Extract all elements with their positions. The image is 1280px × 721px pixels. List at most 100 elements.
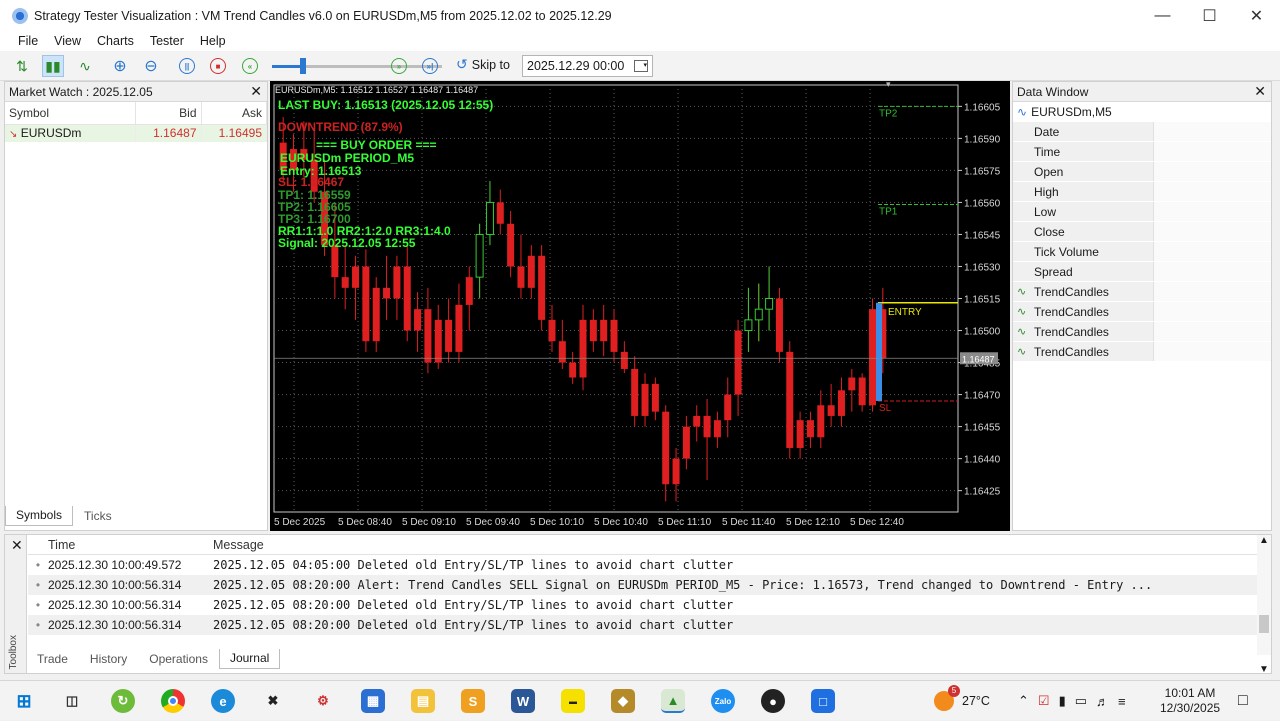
minimize-button[interactable]: — <box>1139 0 1186 31</box>
indicator-row[interactable]: ∿ TrendCandles <box>1013 302 1271 322</box>
data-row[interactable]: Date <box>1013 122 1271 142</box>
indicator-row[interactable]: ∿ TrendCandles <box>1013 282 1271 302</box>
indicator-row[interactable]: ∿ TrendCandles <box>1013 322 1271 342</box>
chrome-icon[interactable] <box>161 689 185 713</box>
volume-icon[interactable]: ♬ <box>1096 694 1109 709</box>
zalo-icon[interactable]: Zalo <box>711 689 735 713</box>
data-row[interactable]: Low <box>1013 202 1271 222</box>
clock[interactable]: 10:01 AM 12/30/2025 <box>1160 681 1220 721</box>
tab-ticks[interactable]: Ticks <box>73 506 123 526</box>
scroll-down-icon[interactable]: ▼ <box>1257 664 1271 675</box>
price-chart[interactable]: 1.16605 1.16590 1.16575 1.16560 1.16545 1.165… <box>270 81 1010 531</box>
tab-trade[interactable]: Trade <box>26 649 79 669</box>
candle-body <box>393 266 401 299</box>
menu-tester[interactable]: Tester <box>142 34 192 48</box>
app-green-icon[interactable]: ↻ <box>111 689 135 713</box>
capcut-icon[interactable]: ✖ <box>261 689 285 713</box>
column-bid[interactable]: Bid <box>135 102 202 125</box>
x-tick-label: 5 Dec 2025 <box>274 517 326 528</box>
data-row[interactable]: Spread <box>1013 262 1271 282</box>
weather-widget[interactable]: 5 27°C <box>934 681 990 721</box>
column-time[interactable]: Time <box>48 538 213 552</box>
data-row-value <box>1153 122 1271 141</box>
scroll-thumb[interactable] <box>1259 615 1269 633</box>
tab-operations[interactable]: Operations <box>138 649 219 669</box>
bar-chart-icon[interactable]: ⇅ <box>11 55 33 77</box>
column-ask[interactable]: Ask <box>201 102 267 125</box>
indicator-row[interactable]: ∿ TrendCandles <box>1013 342 1271 362</box>
chart-svg[interactable]: 1.16605 1.16590 1.16575 1.16560 1.16545 1.165… <box>270 81 1010 531</box>
line-chart-icon[interactable]: ∿ <box>74 55 96 77</box>
candle-body <box>414 309 422 331</box>
tab-journal[interactable]: Journal <box>218 649 281 669</box>
metatrader-icon[interactable]: ▲ <box>661 689 685 713</box>
toolbox-close-icon[interactable]: ✕ <box>11 537 23 554</box>
data-window-close-icon[interactable]: ✕ <box>1254 83 1266 100</box>
candle-body <box>558 341 566 363</box>
data-row-label: ∿ TrendCandles <box>1013 342 1153 361</box>
microphone-icon[interactable]: ▮ <box>1059 693 1066 709</box>
candle-body <box>631 368 639 416</box>
word-icon-label: W <box>516 693 530 709</box>
file-explorer-icon[interactable]: ▤ <box>411 689 435 713</box>
edge-icon[interactable]: e <box>211 689 235 713</box>
app-dark-icon[interactable]: ● <box>761 689 785 713</box>
symbol-down-arrow-icon: ↘ <box>9 129 18 141</box>
tab-history[interactable]: History <box>79 649 138 669</box>
chevron-up-icon[interactable]: ⌃ <box>1018 693 1029 709</box>
zoom-in-icon[interactable]: ⊕ <box>109 55 131 77</box>
journal-row[interactable]: • 2025.12.30 10:00:56.314 2025.12.05 08:… <box>28 595 1257 615</box>
app-tool-icon[interactable]: ⚙ <box>311 689 335 713</box>
candle-body <box>786 351 794 448</box>
rewind-icon[interactable]: « <box>239 55 261 77</box>
store-icon[interactable]: ▦ <box>361 689 385 713</box>
data-row-text: Close <box>1034 224 1065 239</box>
market-watch-close-icon[interactable]: ✕ <box>250 83 262 100</box>
log-dot-icon: • <box>35 618 41 632</box>
journal-row[interactable]: • 2025.12.30 10:00:56.314 2025.12.05 08:… <box>28 615 1257 635</box>
sublime-icon[interactable]: S <box>461 689 485 713</box>
app-blue-icon[interactable]: □ <box>811 689 835 713</box>
skip-end-icon[interactable]: »| <box>419 55 441 77</box>
tab-symbols[interactable]: Symbols <box>5 506 74 526</box>
menu-view[interactable]: View <box>46 34 89 48</box>
table-row[interactable]: ↘ EURUSDm 1.16487 1.16495 <box>5 124 267 142</box>
app-package-icon[interactable]: ◆ <box>611 689 635 713</box>
word-icon[interactable]: W <box>511 689 535 713</box>
journal-row[interactable]: • 2025.12.30 10:00:56.314 2025.12.05 08:… <box>28 575 1257 595</box>
journal-row[interactable]: • 2025.12.30 10:00:49.572 2025.12.05 04:… <box>28 555 1257 575</box>
menu-file[interactable]: File <box>10 34 46 48</box>
task-view-icon[interactable]: ◫ <box>60 689 84 713</box>
stop-icon[interactable]: ■ <box>207 55 229 77</box>
skip-to-button[interactable]: ↺ Skip to <box>456 56 510 73</box>
data-row[interactable]: Time <box>1013 142 1271 162</box>
menu-charts[interactable]: Charts <box>89 34 142 48</box>
skip-to-date-input[interactable]: 2025.12.29 00:00 ▾ <box>522 55 653 77</box>
journal-message: 2025.12.05 08:20:00 Deleted old Entry/SL… <box>213 598 734 612</box>
windows-start-icon[interactable]: ⊞ <box>12 689 36 713</box>
app-yellow-icon[interactable]: ▬ <box>561 689 585 713</box>
data-row[interactable]: Open <box>1013 162 1271 182</box>
speed-slider-thumb[interactable] <box>299 58 306 74</box>
candlestick-chart-icon[interactable]: ▮▮ <box>42 55 64 77</box>
data-row[interactable]: Tick Volume <box>1013 242 1271 262</box>
menu-help[interactable]: Help <box>192 34 234 48</box>
notifications-icon[interactable]: □ <box>1238 681 1248 721</box>
journal-scrollbar[interactable]: ▲ ▼ <box>1257 535 1271 675</box>
data-row[interactable]: Close <box>1013 222 1271 242</box>
battery-icon[interactable]: ▭ <box>1075 693 1087 709</box>
data-row[interactable]: High <box>1013 182 1271 202</box>
calendar-icon[interactable]: ▾ <box>634 60 648 72</box>
keyboard-icon[interactable]: ≡ <box>1118 694 1126 709</box>
fast-forward-icon[interactable]: » <box>388 55 410 77</box>
column-message[interactable]: Message <box>213 538 264 552</box>
zoom-out-icon[interactable]: ⊖ <box>140 55 162 77</box>
close-button[interactable]: ✕ <box>1233 0 1280 31</box>
pause-icon[interactable]: || <box>176 55 198 77</box>
antivirus-icon[interactable]: ☑ <box>1038 693 1050 709</box>
maximize-button[interactable]: ☐ <box>1186 0 1233 31</box>
column-symbol[interactable]: Symbol <box>5 102 136 125</box>
chart-header: EURUSDm,M5: 1.16512 1.16527 1.16487 1.16… <box>275 85 478 95</box>
speed-slider[interactable] <box>272 58 442 74</box>
scroll-up-icon[interactable]: ▲ <box>1257 535 1271 546</box>
